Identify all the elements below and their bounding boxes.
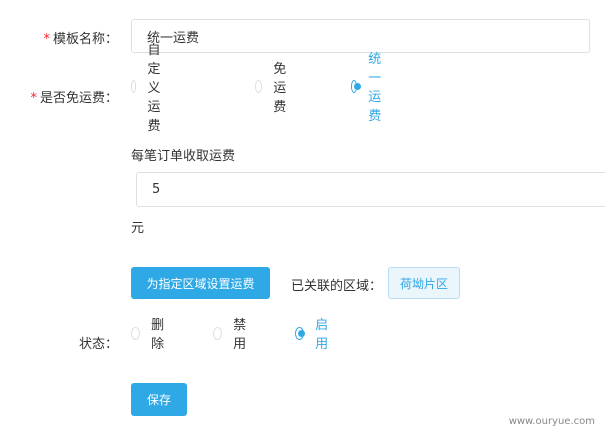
- radio-custom-fee[interactable]: 自定义运费: [131, 39, 168, 134]
- linked-region-tag[interactable]: 荷坳片区: [388, 267, 461, 299]
- fee-input[interactable]: 5: [136, 172, 605, 207]
- fee-label: 每笔订单收取运费: [131, 149, 236, 164]
- radio-circle-icon: [255, 79, 263, 93]
- template-name-label: * 模板名称：: [43, 32, 118, 47]
- radio-status-disable[interactable]: 禁用: [213, 314, 250, 352]
- radio-circle-icon: [131, 326, 141, 340]
- radio-status-delete[interactable]: 删除: [131, 314, 168, 352]
- watermark: www.ouryue.com: [508, 416, 595, 427]
- radio-status-enable[interactable]: 启用: [295, 314, 332, 352]
- linked-region-label: 已关联的区域：: [291, 279, 383, 294]
- free-shipping-label: * 是否免运费：: [30, 91, 118, 106]
- set-region-fee-button[interactable]: 为指定区域设置运费: [131, 267, 270, 299]
- radio-uniform-fee[interactable]: 统一运费: [351, 48, 388, 124]
- radio-circle-icon: [131, 79, 137, 93]
- save-button[interactable]: 保存: [131, 383, 187, 416]
- radio-circle-icon: [213, 326, 223, 340]
- radio-checked-icon: [351, 79, 362, 93]
- fee-unit: 元: [131, 221, 145, 236]
- radio-checked-icon: [295, 326, 306, 340]
- radio-free-shipping[interactable]: 免运费: [255, 58, 292, 115]
- status-label: 状态：: [78, 337, 118, 352]
